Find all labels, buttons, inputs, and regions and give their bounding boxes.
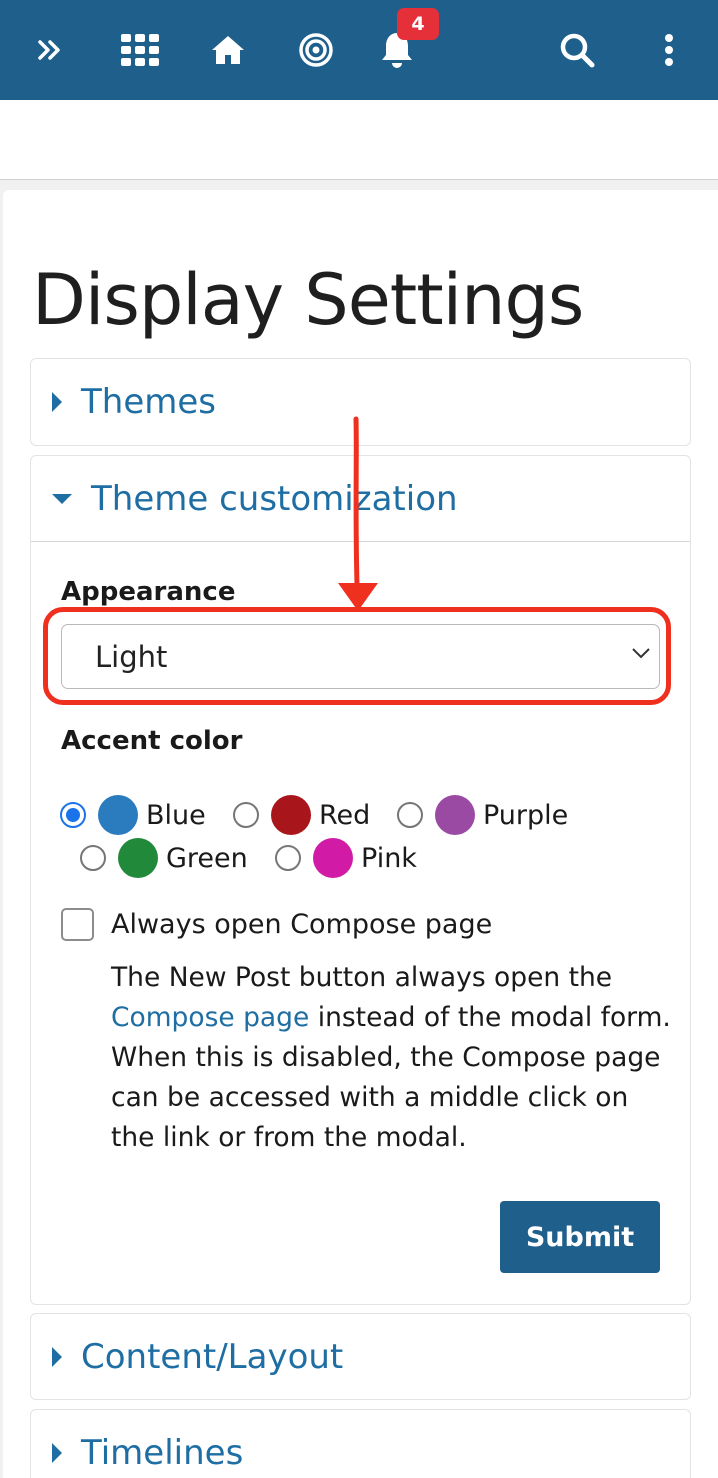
caret-right-icon: [52, 1347, 62, 1367]
compose-help-text: The New Post button always open the Comp…: [111, 958, 671, 1158]
accent-color-label: Accent color: [61, 726, 243, 756]
search-icon: [560, 33, 595, 68]
sub-header-bar: [0, 100, 718, 180]
pink-swatch: [313, 838, 353, 878]
double-chevron-right-icon: [38, 40, 60, 60]
submit-button[interactable]: Submit: [500, 1201, 660, 1273]
accent-option-label: Green: [166, 842, 248, 874]
notifications-button[interactable]: 4: [369, 8, 439, 78]
always-open-compose-label[interactable]: Always open Compose page: [111, 909, 492, 940]
blue-swatch: [98, 795, 138, 835]
more-menu-button[interactable]: [641, 22, 697, 78]
home-button[interactable]: [200, 22, 256, 78]
radio-button[interactable]: [60, 802, 86, 828]
accent-option-label: Pink: [361, 842, 417, 874]
content-layout-header[interactable]: Content/Layout: [31, 1314, 690, 1400]
help-text-start: The New Post button always open the: [111, 962, 613, 993]
target-icon: [299, 33, 333, 67]
apps-button[interactable]: [112, 22, 168, 78]
radio-button[interactable]: [397, 802, 423, 828]
accent-option-purple[interactable]: Purple: [397, 793, 568, 837]
more-vertical-icon: [665, 34, 673, 66]
notification-count-badge: 4: [397, 8, 439, 40]
green-swatch: [118, 838, 158, 878]
compose-page-link[interactable]: Compose page: [111, 1002, 309, 1033]
accent-option-red[interactable]: Red: [233, 793, 370, 837]
accent-option-label: Red: [319, 799, 371, 831]
apps-grid-icon: [121, 34, 159, 66]
themes-section-header[interactable]: Themes: [31, 359, 690, 445]
accent-option-blue[interactable]: Blue: [60, 793, 206, 837]
theme-customization-title: Theme customization: [91, 478, 458, 519]
appearance-label: Appearance: [61, 577, 236, 607]
timelines-title: Timelines: [81, 1433, 244, 1473]
accent-option-label: Purple: [483, 799, 569, 831]
top-navbar: 4: [0, 0, 718, 100]
theme-customization-header[interactable]: Theme customization: [31, 456, 690, 542]
accent-option-label: Blue: [146, 799, 206, 831]
home-icon: [212, 36, 244, 64]
appearance-select[interactable]: Light: [61, 624, 660, 689]
caret-right-icon: [52, 392, 62, 412]
search-button[interactable]: [549, 22, 605, 78]
content-layout-section: Content/Layout: [30, 1313, 691, 1400]
radio-button[interactable]: [233, 802, 259, 828]
red-swatch: [271, 795, 311, 835]
content-layout-title: Content/Layout: [81, 1337, 344, 1377]
timelines-header[interactable]: Timelines: [31, 1410, 690, 1478]
themes-section-title: Themes: [81, 382, 216, 422]
purple-swatch: [435, 795, 475, 835]
explore-button[interactable]: [288, 22, 344, 78]
caret-down-icon: [52, 493, 72, 504]
caret-right-icon: [52, 1443, 62, 1463]
radio-button[interactable]: [80, 845, 106, 871]
themes-section: Themes: [30, 358, 691, 446]
expand-sidebar-button[interactable]: [22, 22, 78, 78]
timelines-section: Timelines: [30, 1409, 691, 1478]
accent-option-pink[interactable]: Pink: [275, 836, 417, 880]
radio-button[interactable]: [275, 845, 301, 871]
page-title: Display Settings: [32, 259, 584, 341]
appearance-select-value: Light: [95, 639, 168, 674]
chevron-down-icon: [632, 648, 650, 659]
always-open-compose-checkbox[interactable]: [61, 908, 94, 941]
accent-option-green[interactable]: Green: [80, 836, 248, 880]
